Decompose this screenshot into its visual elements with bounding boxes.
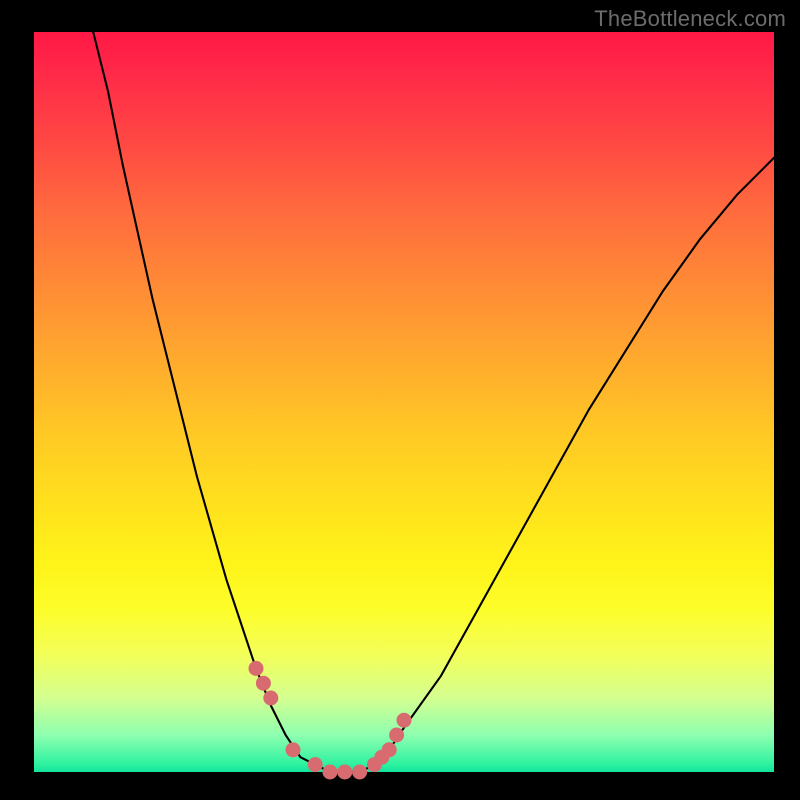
marker-dot: [337, 765, 352, 780]
marker-dot: [323, 765, 338, 780]
marker-dot: [308, 757, 323, 772]
bottleneck-curve: [93, 32, 774, 772]
marker-dot: [256, 676, 271, 691]
highlight-markers: [249, 661, 412, 780]
marker-dot: [389, 728, 404, 743]
marker-dot: [382, 742, 397, 757]
plot-area: [34, 32, 774, 772]
watermark-text: TheBottleneck.com: [594, 6, 786, 32]
marker-dot: [397, 713, 412, 728]
chart-frame: TheBottleneck.com: [0, 0, 800, 800]
marker-dot: [249, 661, 264, 676]
curve-svg: [34, 32, 774, 772]
marker-dot: [352, 765, 367, 780]
marker-dot: [263, 691, 278, 706]
marker-dot: [286, 742, 301, 757]
